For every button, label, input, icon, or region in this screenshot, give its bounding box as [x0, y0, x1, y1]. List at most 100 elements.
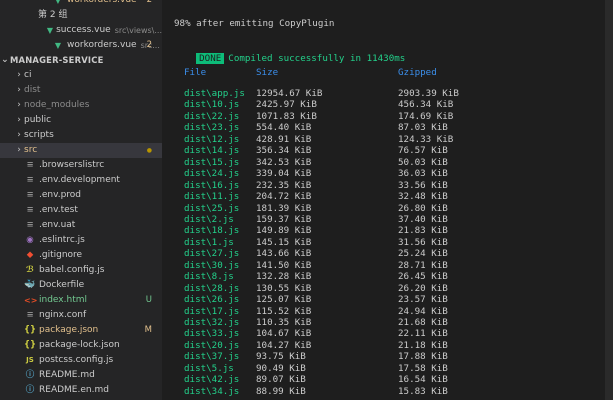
explorer-item[interactable]: ▼ success.vue src\views\... [0, 23, 162, 38]
explorer-section-header[interactable]: ⌄ MANAGER-SERVICE [0, 53, 162, 68]
explorer-item[interactable]: › public [0, 113, 162, 128]
header-gzipped: Gzipped [398, 67, 437, 78]
explorer-item[interactable]: <> index.html U [0, 293, 162, 308]
explorer-item[interactable]: ≡ .env.development [0, 173, 162, 188]
file-name: dist\20.js [184, 339, 240, 351]
table-row: dist\14.js 356.34 KiB 76.57 KiB [162, 145, 613, 156]
explorer-item-path: src\views\... [114, 26, 162, 35]
table-row: dist\11.js 204.72 KiB 32.48 KiB [162, 191, 613, 202]
chevron-right-icon[interactable]: › [14, 128, 24, 143]
explorer-item[interactable]: 🐳 Dockerfile [0, 278, 162, 293]
file-size: 554.40 KiB [256, 122, 312, 134]
file-name: dist\34.js [184, 385, 240, 397]
list-file-icon: ≡ [26, 205, 34, 215]
file-name: dist\1.js [184, 236, 234, 248]
table-row: dist\1.js 145.15 KiB 31.56 KiB [162, 237, 613, 248]
explorer-item[interactable]: › node_modules [0, 98, 162, 113]
explorer-item[interactable]: 第 2 组 [0, 8, 162, 23]
file-name: dist\37.js [184, 351, 240, 363]
explorer-item[interactable]: ◆ .gitignore [0, 248, 162, 263]
explorer-item[interactable]: ▼ workorders.vue src... 2 [0, 38, 162, 53]
file-size: 149.89 KiB [256, 225, 312, 237]
explorer-item[interactable]: › dist [0, 83, 162, 98]
explorer-item[interactable]: ◉ .eslintrc.js [0, 233, 162, 248]
file-gzipped: 174.69 KiB [398, 110, 454, 122]
chevron-right-icon[interactable]: › [14, 143, 24, 158]
table-row: dist\33.js 104.67 KiB 22.11 KiB [162, 328, 613, 339]
explorer-item[interactable]: › scripts [0, 128, 162, 143]
file-name: dist\30.js [184, 259, 240, 271]
file-size: 339.04 KiB [256, 168, 312, 180]
chevron-right-icon[interactable]: › [14, 98, 24, 113]
file-gzipped: 17.58 KiB [398, 362, 448, 374]
json-file-icon: {} [24, 340, 37, 350]
file-size: 93.75 KiB [256, 351, 306, 363]
file-name: dist\28.js [184, 282, 240, 294]
explorer-item[interactable]: › src ● [0, 143, 162, 158]
list-file-icon: ≡ [26, 220, 34, 230]
vue-file-icon: ▼ [54, 0, 62, 5]
git-status-badge: M [144, 325, 152, 335]
explorer-item[interactable]: ≡ .env.prod [0, 188, 162, 203]
explorer-item[interactable]: ≡ .env.test [0, 203, 162, 218]
explorer-item-label: ci [24, 70, 32, 80]
explorer-item-label: README.en.md [39, 385, 109, 395]
explorer-item[interactable]: {} package.json M [0, 323, 162, 338]
file-size: 104.27 KiB [256, 339, 312, 351]
file-name: dist\15.js [184, 156, 240, 168]
explorer-item[interactable]: ⓘ README.md [0, 368, 162, 383]
js-file-icon: JS [26, 356, 34, 364]
file-size: 342.53 KiB [256, 156, 312, 168]
chevron-down-icon[interactable]: ⌄ [0, 53, 10, 68]
file-size: 159.37 KiB [256, 213, 312, 225]
file-size: 181.39 KiB [256, 202, 312, 214]
file-gzipped: 21.83 KiB [398, 225, 448, 237]
explorer-item[interactable]: JS postcss.config.js [0, 353, 162, 368]
file-name: dist\18.js [184, 225, 240, 237]
terminal-scrollbar[interactable] [605, 0, 613, 400]
list-file-icon: ≡ [26, 190, 34, 200]
git-status-badge: U [145, 295, 152, 305]
table-row: dist\15.js 342.53 KiB 50.03 KiB [162, 157, 613, 168]
explorer-item-label: dist [24, 85, 41, 95]
list-file-icon: ≡ [26, 160, 34, 170]
chevron-right-icon[interactable]: › [14, 68, 24, 83]
table-row: dist\25.js 181.39 KiB 26.80 KiB [162, 203, 613, 214]
file-name: dist\42.js [184, 374, 240, 386]
chevron-right-icon[interactable]: › [14, 83, 24, 98]
file-gzipped: 50.03 KiB [398, 156, 448, 168]
file-name: dist\5.js [184, 362, 234, 374]
file-name: dist\23.js [184, 122, 240, 134]
file-size: 132.28 KiB [256, 271, 312, 283]
explorer-item[interactable]: {} package-lock.json [0, 338, 162, 353]
file-gzipped: 36.03 KiB [398, 168, 448, 180]
table-row: dist\23.js 554.40 KiB 87.03 KiB [162, 122, 613, 133]
explorer-item[interactable]: ⓘ README.en.md [0, 383, 162, 398]
file-gzipped: 32.48 KiB [398, 191, 448, 203]
explorer-item[interactable]: ≡ .env.uat [0, 218, 162, 233]
chevron-right-icon[interactable]: › [14, 113, 24, 128]
explorer-item[interactable]: ≡ .browserslistrc [0, 158, 162, 173]
file-name: dist\25.js [184, 202, 240, 214]
file-size: 125.07 KiB [256, 294, 312, 306]
explorer-item[interactable]: ℬbabel.config.js [0, 263, 162, 278]
file-name: dist\33.js [184, 328, 240, 340]
vue-file-icon: ▼ [46, 26, 54, 35]
file-name: dist\17.js [184, 305, 240, 317]
explorer-item-label: workorders.vue [67, 0, 137, 5]
file-gzipped: 456.34 KiB [398, 99, 454, 111]
file-gzipped: 37.40 KiB [398, 213, 448, 225]
table-header: File Size Gzipped [162, 67, 613, 78]
file-size: 115.52 KiB [256, 305, 312, 317]
explorer-item-label: postcss.config.js [39, 355, 114, 365]
explorer-item[interactable]: › ci [0, 68, 162, 83]
explorer-item[interactable]: ≡ nginx.conf [0, 308, 162, 323]
git-status-badge: 2 [146, 0, 152, 5]
file-size: 104.67 KiB [256, 328, 312, 340]
info-file-icon: ⓘ [25, 385, 35, 395]
git-status-badge: ● [146, 147, 152, 154]
file-gzipped: 24.94 KiB [398, 305, 448, 317]
file-name: dist\24.js [184, 168, 240, 180]
explorer-item[interactable]: ▼ workorders.vue 2 [0, 0, 162, 8]
explorer-item-label: babel.config.js [39, 265, 105, 275]
